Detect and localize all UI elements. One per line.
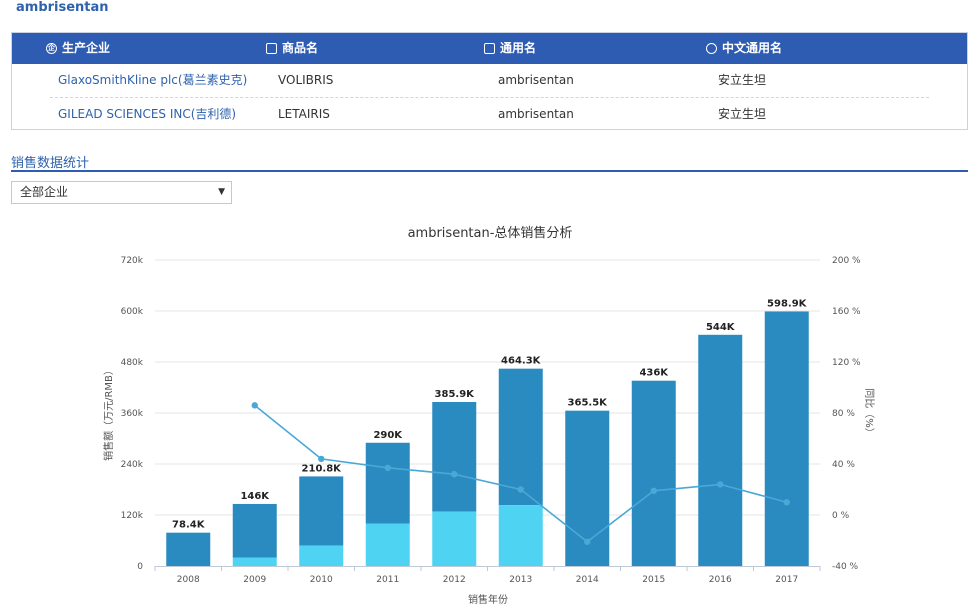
data-label: 210.8K [302,463,343,474]
y-tick-label: 120k [121,511,144,521]
y-tick-label: 720k [121,256,144,266]
yoy-point [318,455,325,463]
bar-upper [498,368,543,506]
data-label: 464.3K [501,356,542,367]
data-label: 290K [373,430,403,441]
x-tick-label: 2009 [243,575,266,585]
x-axis-label: 销售年份 [468,593,508,606]
sales-chart: ambrisentan-总体销售分析 0 120k 240k 360k 480k 600k 7… [102,225,875,606]
y2-tick-label: 40 % [832,460,855,470]
y-tick-label: 240k [121,460,144,470]
x-tick-label: 2013 [509,575,532,585]
data-label: 365.5K [568,398,609,409]
x-tick-label: 2017 [775,575,798,585]
bar-upper [432,401,477,512]
y2-tick-label: 200 % [832,256,861,266]
data-label: 146K [240,491,270,502]
bar-upper [232,503,277,558]
x-tick-label: 2012 [443,575,466,585]
bar-upper [698,334,743,566]
x-tick-label: 2016 [709,575,732,585]
yoy-point [717,481,724,488]
data-label: 78.4K [172,520,206,531]
x-tick-label: 2015 [642,575,665,585]
y-tick-label: 600k [121,307,144,317]
chart-title: ambrisentan-总体销售分析 [408,225,573,241]
yoy-point [783,499,790,506]
yoy-point [451,471,458,478]
x-tick-label: 2011 [376,575,399,585]
bar-lower [299,545,344,566]
yoy-point [584,538,591,545]
x-tick-label: 2010 [310,575,333,585]
x-tick-label: 2014 [576,575,599,585]
bar-lower [365,523,410,566]
x-tick-label: 2008 [177,575,200,585]
yoy-point [650,487,657,494]
data-label: 544K [706,322,736,333]
y2-tick-label: -40 % [832,562,859,572]
data-label: 436K [639,368,669,379]
bar-upper [764,311,809,566]
yoy-point [251,402,258,409]
yoy-point [384,464,391,472]
data-label: 385.9K [435,389,476,400]
bar-upper [631,380,676,566]
bar-lower [498,505,543,566]
y-tick-label: 0 [137,562,143,572]
y2-tick-label: 80 % [832,409,855,419]
bar-lower [232,557,277,566]
data-label: 598.9K [767,298,808,309]
y2-tick-label: 160 % [832,307,861,317]
bar-upper [166,532,211,566]
y2-tick-label: 120 % [832,358,861,368]
bar-upper [365,442,410,524]
yoy-point [517,486,524,493]
y2-tick-label: 0 % [832,511,850,521]
bar-upper [299,476,344,546]
bar-lower [432,511,477,566]
y-tick-label: 360k [121,409,144,419]
y-tick-label: 480k [121,358,144,368]
y-axis-label: 销售额（万元/RMB） [102,365,115,461]
y2-axis-label: 同比（%） [863,388,875,438]
